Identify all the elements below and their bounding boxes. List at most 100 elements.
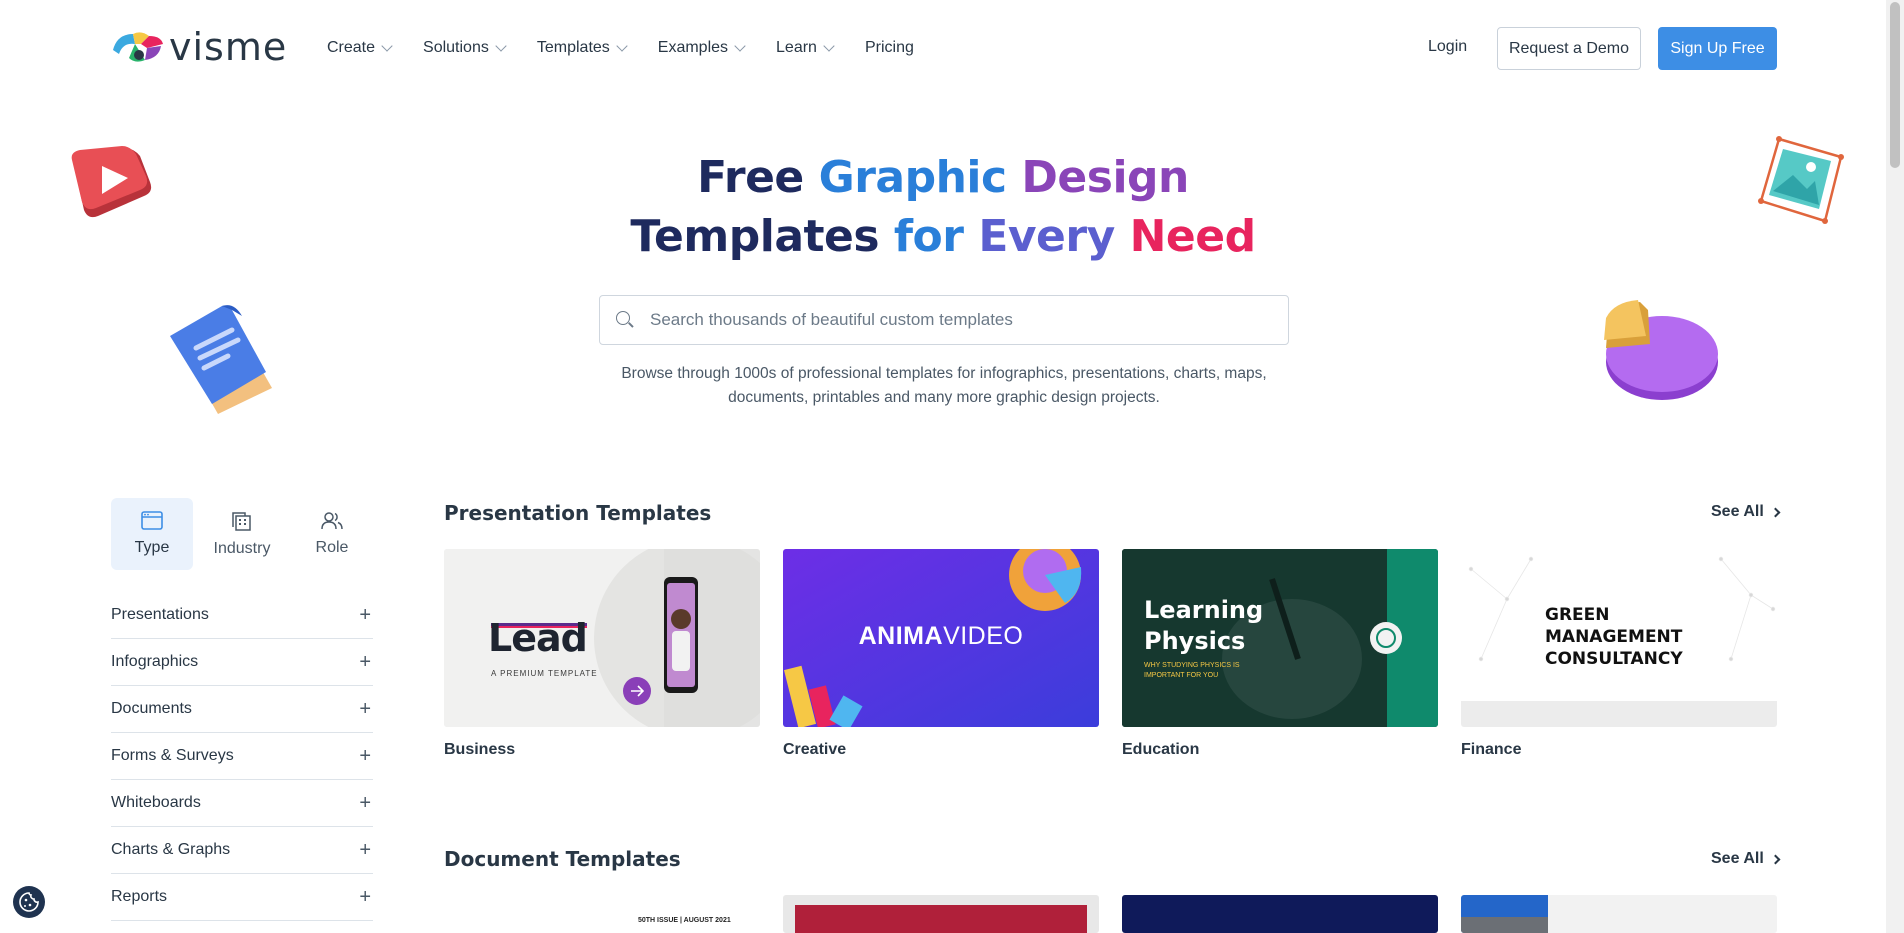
plus-icon[interactable]: + (359, 651, 371, 674)
nav-learn-label: Learn (776, 39, 817, 56)
hero-word: Templates (630, 211, 880, 262)
page-scrollbar[interactable] (1886, 0, 1904, 933)
nav-templates-label: Templates (536, 39, 610, 56)
login-link[interactable]: Login (1428, 38, 1467, 56)
document-template-card[interactable] (1461, 895, 1777, 933)
hero-word: Need (1129, 211, 1257, 262)
category-label: Documents (111, 700, 192, 717)
plus-icon[interactable]: + (359, 792, 371, 815)
card-label-education[interactable]: Education (1122, 741, 1199, 759)
template-search-input[interactable] (650, 310, 1250, 330)
filter-tabs: Type Industry Role (111, 498, 381, 570)
category-label: Presentations (111, 606, 209, 623)
category-label: Whiteboards (111, 794, 201, 811)
nav-create[interactable]: Create (327, 36, 393, 60)
document-see-all-link[interactable]: See All (1711, 850, 1781, 868)
nav-solutions[interactable]: Solutions (423, 36, 507, 60)
document-thumbnail-photo (1461, 917, 1548, 933)
document-templates-heading: Document Templates (444, 847, 681, 871)
category-item[interactable]: Presentations + (111, 592, 373, 639)
chevron-down-icon (381, 39, 393, 52)
category-item[interactable]: Forms & Surveys + (111, 733, 373, 780)
category-item[interactable]: Reports + (111, 874, 373, 921)
chevron-right-icon (1770, 507, 1781, 517)
hero-subtitle: Browse through 1000s of professional tem… (621, 365, 1267, 406)
tab-role[interactable]: Role (291, 498, 373, 570)
tab-industry[interactable]: Industry (201, 498, 283, 570)
hero-word: Free (697, 152, 804, 203)
category-label: Reports (111, 888, 168, 905)
hero-title: Free Graphic Design Templates for Every … (0, 148, 1886, 266)
category-label: Charts & Graphs (111, 841, 231, 858)
nav-examples-label: Examples (657, 39, 729, 56)
tab-role-label: Role (315, 539, 349, 556)
document-template-card[interactable] (783, 895, 1099, 933)
nav-pricing[interactable]: Pricing (865, 36, 914, 60)
thumbnail-subtitle: WHY STUDYING PHYSICS IS IMPORTANT FOR YO… (1144, 662, 1240, 679)
tab-type[interactable]: Type (111, 498, 193, 570)
nav-templates[interactable]: Templates (536, 36, 628, 60)
tab-type-label: Type (134, 539, 170, 556)
category-item[interactable]: Whiteboards + (111, 780, 373, 827)
plus-icon[interactable]: + (359, 604, 371, 627)
sign-up-button[interactable]: Sign Up Free (1658, 27, 1777, 70)
plus-icon[interactable]: + (359, 745, 371, 768)
template-search-bar (599, 295, 1289, 345)
nav-pricing-label: Pricing (864, 39, 914, 56)
logo-mark-icon (113, 32, 163, 62)
chevron-down-icon (734, 39, 746, 52)
chevron-down-icon (823, 39, 835, 52)
document-thumbnail-cover (795, 905, 1087, 933)
see-all-label: See All (1711, 503, 1764, 520)
chevron-right-icon (1770, 854, 1781, 864)
document-decoration-icon (170, 305, 272, 414)
card-label-business[interactable]: Business (444, 741, 515, 759)
chevron-down-icon (495, 39, 507, 52)
category-list: Presentations + Infographics + Documents + … (111, 592, 373, 921)
hero-word: for (893, 211, 964, 262)
plus-icon[interactable]: + (359, 886, 371, 909)
thumbnail-issue-text: 50TH ISSUE | AUGUST 2021 (638, 917, 731, 924)
nav-solutions-label: Solutions (423, 39, 489, 56)
tab-industry-label: Industry (213, 540, 271, 557)
card-label-finance[interactable]: Finance (1461, 741, 1521, 759)
hero-word: Graphic (818, 152, 1008, 203)
hero-word: Design (1021, 152, 1189, 203)
document-template-card[interactable] (1122, 895, 1438, 933)
template-card-finance[interactable]: GREEN MANAGEMENT CONSULTANCY (1461, 549, 1777, 727)
category-item[interactable]: Charts & Graphs + (111, 827, 373, 874)
pie-chart-decoration-icon (1604, 300, 1718, 400)
document-template-card[interactable]: 50TH ISSUE | AUGUST 2021 (444, 895, 760, 933)
category-item[interactable]: Documents + (111, 686, 373, 733)
search-icon (614, 309, 636, 331)
users-icon (321, 512, 343, 530)
plus-icon[interactable]: + (359, 698, 371, 721)
visme-logo[interactable]: visme (111, 28, 287, 66)
plus-icon[interactable]: + (359, 839, 371, 862)
thumbnail-title-light: VIDEO (943, 622, 1024, 650)
presentation-see-all-link[interactable]: See All (1711, 503, 1781, 521)
card-label-creative[interactable]: Creative (783, 741, 846, 759)
browser-window-icon (141, 511, 163, 530)
logo-wordmark: visme (169, 25, 288, 69)
category-item[interactable]: Infographics + (111, 639, 373, 686)
hero-word: Every (978, 211, 1115, 262)
cookie-settings-button[interactable] (13, 886, 45, 918)
cookie-icon (19, 892, 39, 912)
nav-learn[interactable]: Learn (776, 36, 835, 60)
nav-create-label: Create (327, 39, 376, 56)
template-card-creative[interactable]: ANIMAVIDEO (783, 549, 1099, 727)
category-label: Infographics (111, 653, 199, 670)
nav-examples[interactable]: Examples (657, 36, 746, 60)
chevron-down-icon (616, 39, 628, 52)
template-card-education[interactable]: Learning Physics WHY STUDYING PHYSICS IS… (1122, 549, 1438, 727)
site-header: visme Create Solutions Templates Example… (0, 0, 1886, 96)
thumbnail-title: ANIMAVIDEO (783, 622, 1099, 651)
thumbnail-title: GREEN MANAGEMENT CONSULTANCY (1545, 605, 1683, 669)
template-card-business[interactable]: Lead A PREMIUM TEMPLATE (444, 549, 760, 727)
presentation-templates-heading: Presentation Templates (444, 501, 712, 525)
thumbnail-title: Learning Physics (1144, 596, 1264, 655)
see-all-label: See All (1711, 850, 1764, 867)
request-demo-button[interactable]: Request a Demo (1497, 27, 1641, 70)
scrollbar-thumb[interactable] (1890, 2, 1900, 168)
